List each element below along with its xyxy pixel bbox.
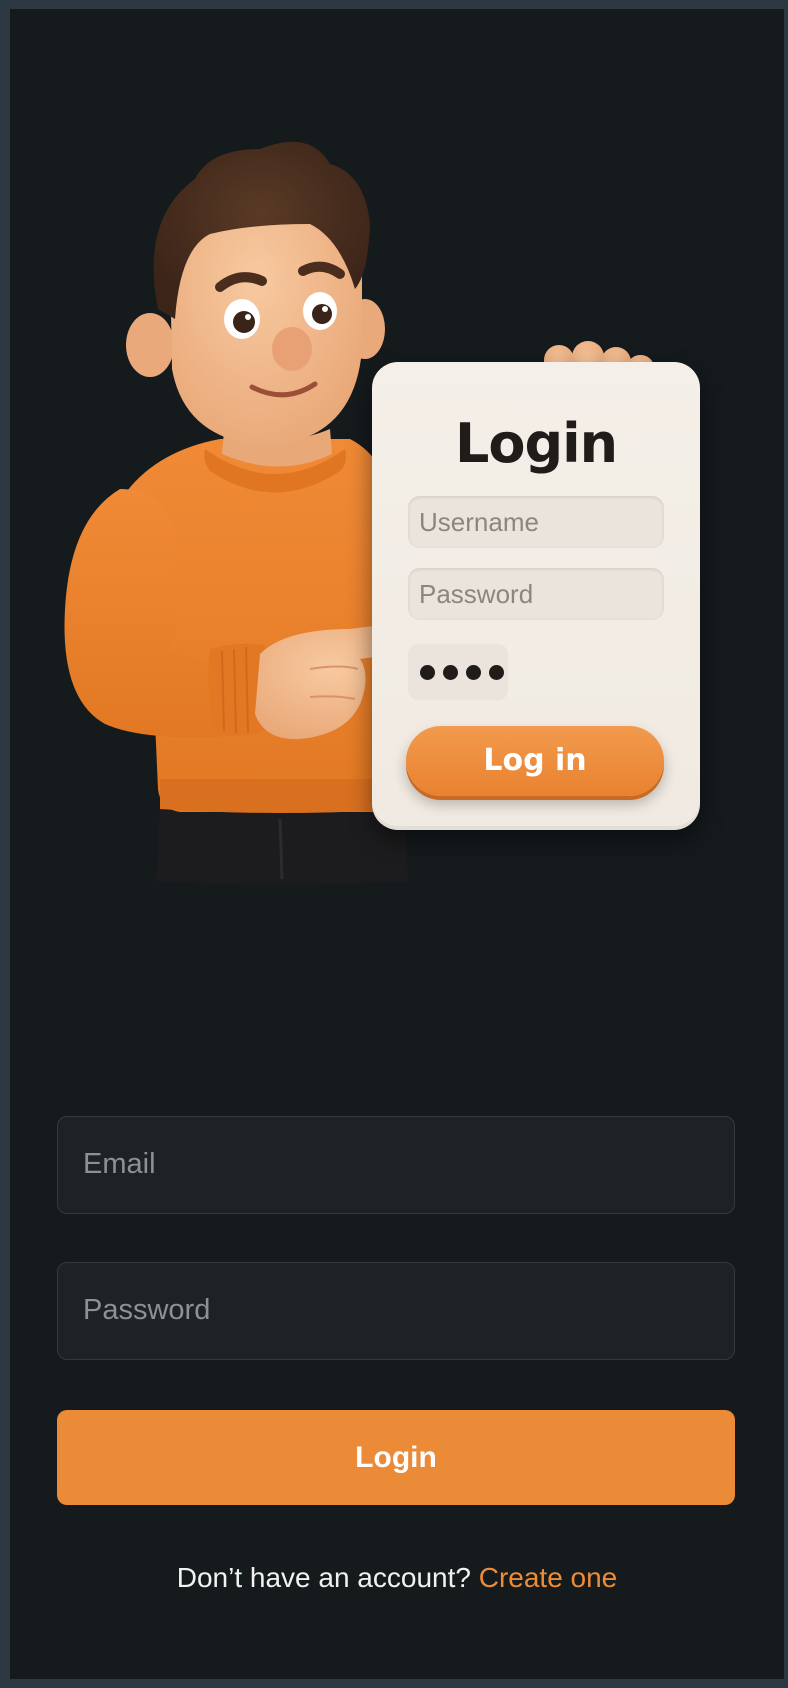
- create-account-link[interactable]: Create one: [479, 1562, 618, 1593]
- email-input[interactable]: Email: [57, 1116, 735, 1214]
- hero-illustration: Login Username Password Log in: [10, 9, 784, 909]
- signup-prompt-row: Don’t have an account? Create one: [10, 1562, 784, 1594]
- illustration-login-card: Login Username Password Log in: [372, 362, 700, 830]
- illustration-card-title: Login: [454, 412, 618, 475]
- login-screen: Login Username Password Log in Email Pas…: [10, 9, 784, 1679]
- illustration-masked-password: [408, 644, 508, 700]
- signup-prompt-text: Don’t have an account?: [176, 1562, 479, 1593]
- illustration-username-field: Username: [408, 496, 664, 548]
- illustration-password-field: Password: [408, 568, 664, 620]
- login-button[interactable]: Login: [57, 1410, 735, 1505]
- illustration-login-button: Log in: [406, 726, 664, 796]
- password-input[interactable]: Password: [57, 1262, 735, 1360]
